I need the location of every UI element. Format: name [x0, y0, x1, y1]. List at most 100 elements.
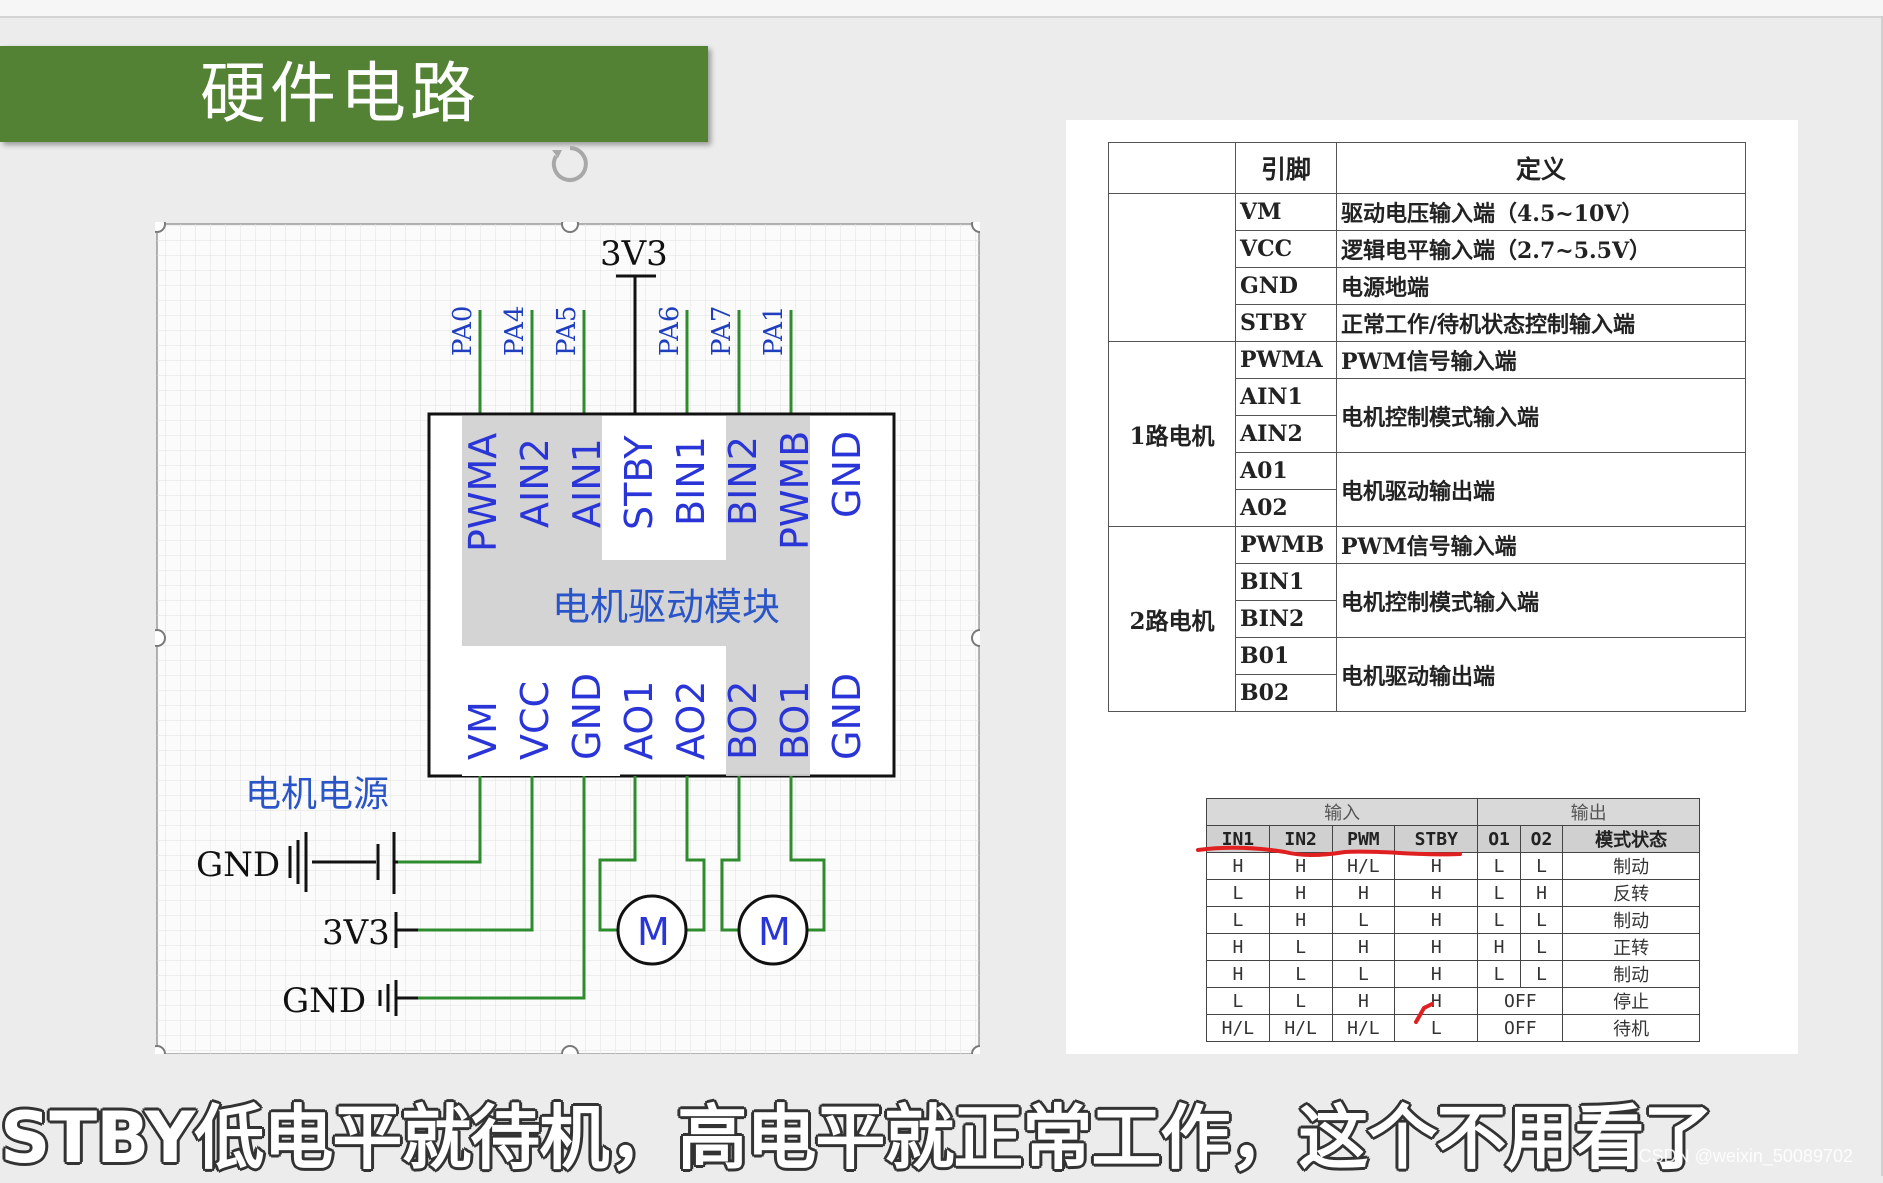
- video-subtitle: STBY低电平就待机，高电平就正常工作，这个不用看了: [0, 1097, 1713, 1179]
- pin-cell: PWMB: [1235, 526, 1337, 564]
- pin-cell: A02: [1235, 489, 1337, 527]
- cell: H: [1331, 987, 1396, 1015]
- cell: H: [1394, 852, 1479, 880]
- def-cell: 电机控制模式输入端: [1336, 378, 1746, 453]
- table-row: LL HH OFF 停止: [1206, 987, 1700, 1015]
- pin-cell: PWMA: [1235, 341, 1337, 379]
- cell: H: [1268, 906, 1333, 934]
- pin-cell: BIN2: [1235, 600, 1337, 638]
- group-motor-1: 1路电机: [1108, 341, 1236, 527]
- pin-cell: AIN2: [1235, 415, 1337, 453]
- cell: 待机: [1562, 1014, 1700, 1042]
- col-stby: STBY: [1394, 825, 1479, 853]
- col-pwm: PWM: [1331, 825, 1396, 853]
- watermark: CSDN @weixin_50089702: [1638, 1146, 1853, 1166]
- pin-definition-panel: 引脚 定义 VM 驱动电压输入端（4.5~10V） VCC 逻辑电平输入端（2.…: [1066, 120, 1798, 1054]
- pin-cell: A01: [1235, 452, 1337, 490]
- slide-title: 硬件电路: [200, 55, 480, 132]
- cell: L: [1519, 852, 1564, 880]
- cell: L: [1519, 906, 1564, 934]
- col-in2: IN2: [1268, 825, 1333, 853]
- supply-label-3v3-left: 3V3: [322, 913, 390, 953]
- gpio-label-pa6: PA6: [655, 306, 685, 356]
- cell: H: [1206, 852, 1270, 880]
- cell: H: [1394, 960, 1479, 988]
- col-mode: 模式状态: [1562, 825, 1700, 853]
- slide-title-banner[interactable]: 硬件电路: [0, 46, 708, 142]
- cell: H/L: [1206, 1014, 1270, 1042]
- def-cell: 驱动电压输入端（4.5~10V）: [1336, 193, 1746, 231]
- rotate-handle-icon[interactable]: [548, 142, 592, 186]
- pin-cell: GND: [1235, 267, 1337, 305]
- gpio-label-pa4: PA4: [500, 306, 530, 356]
- def-cell: 电机控制模式输入端: [1336, 563, 1746, 638]
- pin-label-bo2: BO2: [721, 681, 765, 761]
- pin-cell: BIN1: [1235, 563, 1337, 601]
- cell: L: [1206, 879, 1270, 907]
- table-row: HL HH HL 正转: [1206, 933, 1700, 961]
- pin-label-ain2: AIN2: [513, 438, 557, 528]
- pin-label-gnd-bottom-right: GND: [825, 673, 869, 760]
- pin-label-bin1: BIN1: [669, 436, 713, 526]
- group-common: [1108, 193, 1236, 342]
- cell: H: [1394, 933, 1479, 961]
- gpio-label-pa7: PA7: [707, 306, 737, 356]
- col-in1: IN1: [1206, 825, 1270, 853]
- cell: H/L: [1331, 1014, 1396, 1042]
- pin-cell: B02: [1235, 674, 1337, 712]
- truth-table-wrap: 输入 输出 IN1 IN2 PWM STBY O1 O2 模式状态 HH H/L…: [1205, 798, 1700, 1042]
- cell: L: [1331, 906, 1396, 934]
- pin-label-bo1: BO1: [773, 681, 817, 761]
- cell: H: [1394, 879, 1479, 907]
- pin-cell: VCC: [1235, 230, 1337, 268]
- circuit-schematic[interactable]: 3V3 PA0 PA4 PA5 PA6 PA7 PA1 PWMA AIN2 AI…: [155, 222, 980, 1054]
- def-cell: 电机驱动输出端: [1336, 637, 1746, 712]
- input-header: 输入: [1205, 798, 1479, 826]
- cell: 反转: [1562, 879, 1700, 907]
- header-definition: 定义: [1336, 142, 1746, 194]
- def-cell: PWM信号输入端: [1336, 526, 1746, 564]
- table-row: LH LH LL 制动: [1206, 906, 1700, 934]
- table-row: LH HH LH 反转: [1206, 879, 1700, 907]
- cell: H: [1519, 879, 1564, 907]
- pin-cell: VM: [1235, 193, 1337, 231]
- cell: 制动: [1562, 960, 1700, 988]
- table-row: H/L H/L H/L L OFF 待机: [1206, 1014, 1700, 1042]
- gpio-label-pa5: PA5: [552, 306, 582, 356]
- gpio-label-pa1: PA1: [759, 306, 789, 356]
- pin-cell: AIN1: [1235, 378, 1337, 416]
- handle-middle-left: [155, 629, 166, 647]
- motor-b: M: [737, 894, 809, 966]
- motor-a-label: M: [637, 910, 670, 954]
- col-o2: O2: [1519, 825, 1564, 853]
- cell: OFF: [1477, 1014, 1564, 1042]
- cell: H/L: [1331, 852, 1396, 880]
- cell: H: [1268, 879, 1333, 907]
- cell: H: [1331, 879, 1396, 907]
- pin-cell: B01: [1235, 637, 1337, 675]
- cell: L: [1268, 933, 1333, 961]
- cell: L: [1206, 906, 1270, 934]
- cell: H: [1394, 987, 1479, 1015]
- handle-top-middle: [561, 222, 579, 233]
- pin-definition-table: 引脚 定义 VM 驱动电压输入端（4.5~10V） VCC 逻辑电平输入端（2.…: [1108, 142, 1746, 712]
- motor-power-label: 电机电源: [245, 774, 389, 815]
- header-empty: [1108, 142, 1236, 194]
- cell: H: [1394, 906, 1479, 934]
- supply-label: 3V3: [600, 234, 668, 274]
- window-top-bar: [0, 0, 1883, 18]
- cell: 制动: [1562, 906, 1700, 934]
- col-o1: O1: [1477, 825, 1521, 853]
- pin-label-pwmb: PWMB: [773, 431, 817, 550]
- module-label: 电机驱动模块: [552, 585, 780, 629]
- group-motor-2: 2路电机: [1108, 526, 1236, 712]
- gnd-label-1: GND: [196, 845, 280, 885]
- pin-label-bin2: BIN2: [721, 436, 765, 526]
- cell: L: [1268, 960, 1333, 988]
- def-cell: 电源地端: [1336, 267, 1746, 305]
- cell: L: [1394, 1014, 1479, 1042]
- cell: OFF: [1477, 987, 1564, 1015]
- truth-table: 输入 输出 IN1 IN2 PWM STBY O1 O2 模式状态 HH H/L…: [1205, 798, 1700, 1042]
- cell: L: [1519, 960, 1564, 988]
- cell: 正转: [1562, 933, 1700, 961]
